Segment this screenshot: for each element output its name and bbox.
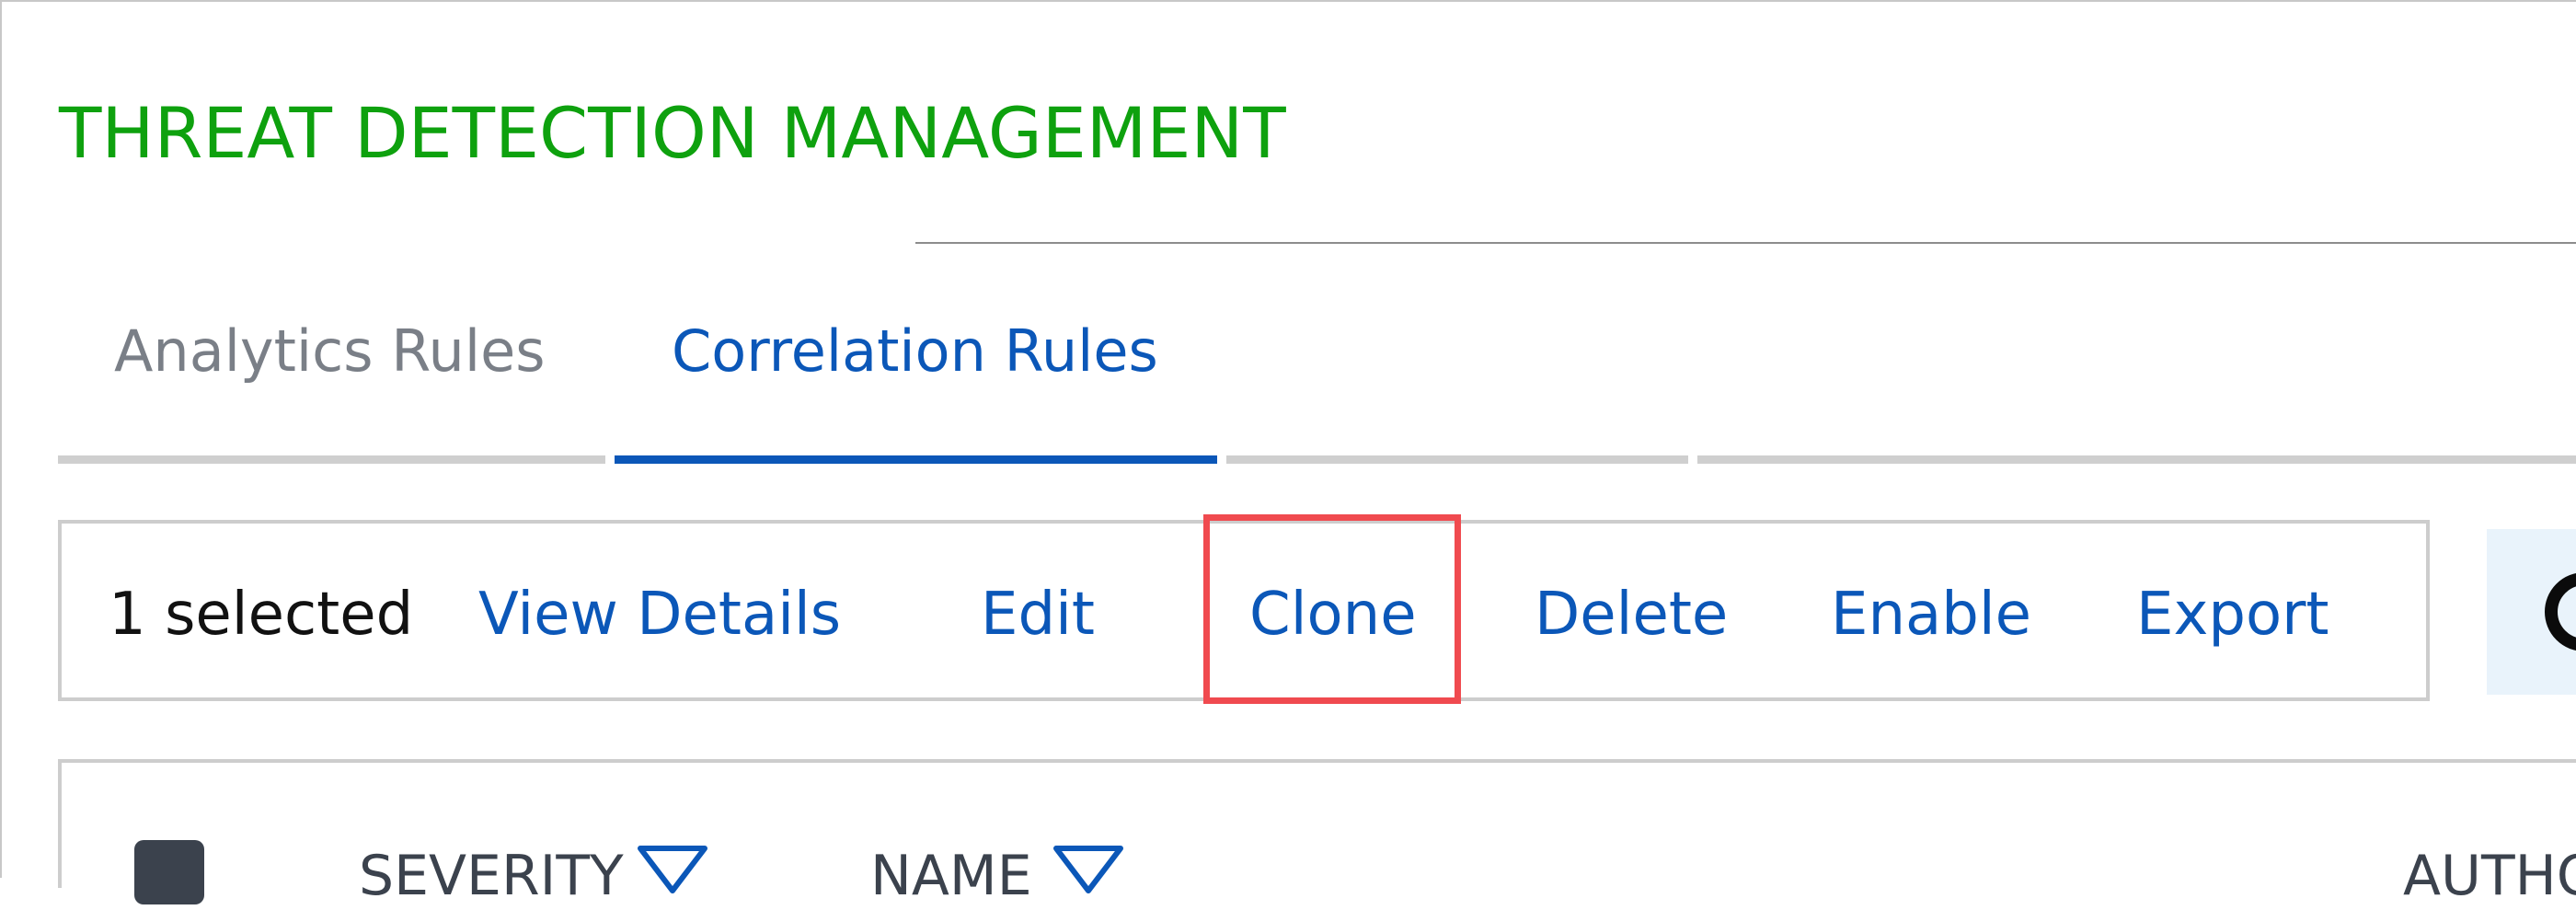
delete-button[interactable]: Delete [1535, 578, 1728, 651]
tab-underline-spacer [1697, 455, 2576, 464]
column-header-severity[interactable]: SEVERITY [359, 842, 624, 910]
filter-icon[interactable] [1052, 845, 1124, 894]
tab-underline-analytics [58, 455, 605, 464]
page-title: THREAT DETECTION MANAGEMENT [59, 92, 1286, 174]
header-divider [915, 242, 2576, 244]
clone-highlight-box [1203, 514, 1461, 704]
side-panel-chip[interactable] [2487, 529, 2576, 695]
column-header-name[interactable]: NAME [870, 842, 1032, 910]
filter-icon[interactable] [637, 845, 708, 894]
select-all-checkbox[interactable] [134, 840, 204, 904]
tab-underline-correlation-active [615, 455, 1217, 464]
column-header-author[interactable]: AUTHOR [2403, 842, 2576, 910]
edit-button[interactable]: Edit [981, 578, 1095, 651]
export-button[interactable]: Export [2136, 578, 2329, 651]
tab-underline-spacer [1226, 455, 1688, 464]
circle-icon [2545, 572, 2576, 651]
view-details-button[interactable]: View Details [478, 578, 841, 651]
enable-button[interactable]: Enable [1831, 578, 2031, 651]
tab-analytics-rules[interactable]: Analytics Rules [114, 317, 546, 386]
tab-correlation-rules[interactable]: Correlation Rules [672, 317, 1158, 386]
selected-count: 1 selected [109, 581, 414, 649]
